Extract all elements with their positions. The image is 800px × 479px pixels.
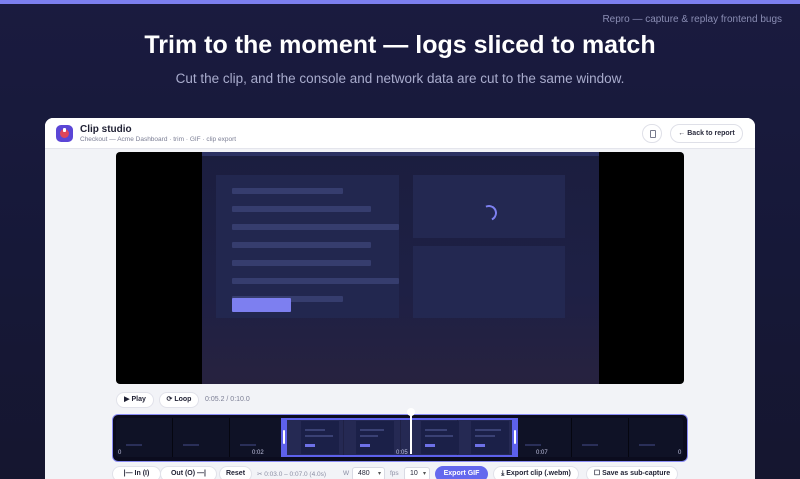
app-title: Clip studio: [80, 124, 132, 135]
filmstrip-frame: [173, 418, 230, 457]
preview-text-line: [232, 278, 399, 284]
trim-out-handle[interactable]: [512, 418, 518, 457]
preview-text-line: [232, 260, 371, 266]
loading-spinner-icon: [478, 202, 500, 224]
playhead-knob[interactable]: [407, 408, 415, 416]
app-logo-icon: [56, 125, 73, 142]
brand-tagline: Repro — capture & replay frontend bugs: [602, 14, 782, 25]
hero-subtitle: Cut the clip, and the console and networ…: [175, 71, 625, 86]
export-clip-button[interactable]: ⤓ Export clip (.webm): [493, 466, 579, 479]
width-value: 480: [358, 470, 370, 477]
export-gif-button[interactable]: Export GIF: [435, 466, 488, 479]
preview-side-panel: [413, 246, 565, 318]
chevron-down-icon: ▾: [422, 471, 426, 477]
timeline-tick: 0:07: [536, 450, 548, 456]
top-accent-bar: [0, 0, 800, 4]
width-select[interactable]: 480 ▾: [352, 467, 385, 479]
set-out-button[interactable]: Out (O) —|: [160, 466, 217, 479]
filmstrip-frame: [572, 418, 629, 457]
preview-text-line: [232, 206, 371, 212]
trim-timeline[interactable]: 0 0:02 0:05 0:07 0: [112, 408, 688, 462]
fps-select[interactable]: 10 ▾: [404, 467, 430, 479]
timeline-tick: 0: [678, 450, 682, 456]
preview-text-line: [232, 242, 371, 248]
loop-button[interactable]: ⟳ Loop: [159, 392, 199, 408]
preview-form-panel: [216, 175, 399, 318]
set-in-button[interactable]: |— In (I): [112, 466, 161, 479]
window-header: Clip studio Checkout — Acme Dashboard · …: [45, 118, 755, 149]
trim-range-text: ✂ 0:03.0 – 0:07.0 (4.0s): [257, 471, 327, 478]
trim-in-handle[interactable]: [281, 418, 287, 457]
preview-header-strip: [202, 152, 599, 156]
hero-title: Trim to the moment — logs sliced to matc…: [144, 31, 656, 59]
preview-loading-panel: [413, 175, 565, 238]
preview-text-line: [232, 224, 399, 230]
width-label: W: [343, 470, 350, 477]
preview-button: [232, 298, 291, 312]
time-readout: 0:05.2 / 0:10.0: [205, 396, 250, 403]
timeline-tick: 0: [118, 450, 122, 456]
recorded-page-preview: [202, 152, 599, 384]
preview-text-line: [232, 188, 343, 194]
chevron-down-icon: ▾: [377, 471, 381, 477]
filmstrip: 0 0:02 0:05 0:07 0: [116, 418, 683, 457]
clipboard-icon[interactable]: [642, 124, 662, 143]
clip-studio-window: Clip studio Checkout — Acme Dashboard · …: [45, 118, 755, 479]
fps-value: 10: [410, 470, 418, 477]
filmstrip-frame: [629, 418, 683, 457]
timeline-tick: 0:02: [252, 450, 264, 456]
reset-button[interactable]: Reset: [219, 466, 252, 479]
breadcrumb: Checkout — Acme Dashboard · trim · GIF ·…: [80, 136, 237, 143]
save-sub-capture-button[interactable]: ☐ Save as sub-capture: [586, 466, 678, 479]
fps-label: fps: [390, 470, 399, 477]
play-button[interactable]: ▶ Play: [116, 392, 154, 408]
timeline-tick: 0:05: [396, 450, 408, 456]
filmstrip-frame: [116, 418, 173, 457]
playhead[interactable]: [410, 410, 412, 454]
back-to-report-button[interactable]: ← Back to report: [670, 124, 743, 143]
video-player[interactable]: [116, 152, 684, 384]
